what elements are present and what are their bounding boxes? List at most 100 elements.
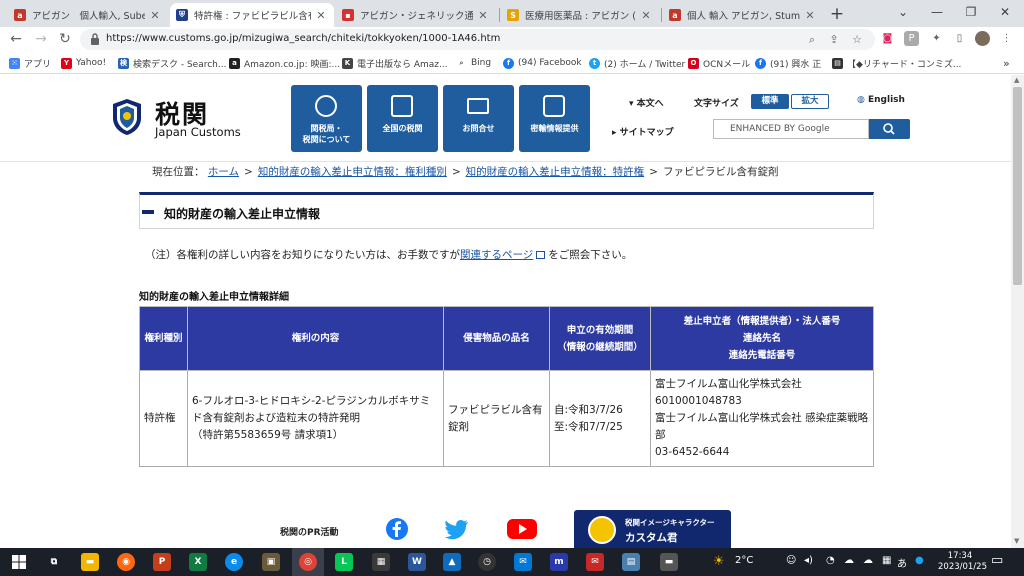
bookmark-ocn-mail[interactable]: O OCNメール (688, 56, 750, 70)
powerpoint-icon[interactable]: P (153, 553, 171, 571)
task-view-icon[interactable]: ⧉ (45, 553, 63, 571)
more-bookmarks-button[interactable]: » (1003, 56, 1010, 70)
bookmark-amazon[interactable]: a Amazon.co.jp: 映画:... (229, 56, 340, 70)
network-icon[interactable]: ☁ (844, 555, 854, 566)
tab-close-icon[interactable]: ✕ (803, 9, 817, 22)
bookmark-bing[interactable]: ⌕ Bing (456, 56, 491, 70)
skip-to-main-link[interactable]: ▾ 本文へ (629, 96, 664, 109)
tab-search-dropdown-icon[interactable]: ⌄ (886, 3, 920, 23)
tab-close-icon[interactable]: ✕ (314, 9, 328, 22)
bookmark-kindle[interactable]: K 電子出版なら Amaz... (342, 56, 448, 70)
forward-button[interactable]: → (32, 30, 50, 48)
cell-item-name: ファビピラビル含有錠剤 (443, 370, 550, 467)
site-search-input[interactable]: ENHANCED BY Google (713, 119, 869, 139)
word-icon[interactable]: W (408, 553, 426, 571)
back-button[interactable]: ← (7, 30, 25, 48)
bookmark-apps[interactable]: ⁙ アプリ (9, 56, 51, 70)
url-text[interactable]: https://www.customs.go.jp/mizugiwa_searc… (106, 33, 500, 44)
site-search-button[interactable] (869, 119, 910, 139)
bookmark-richard[interactable]: ▤ 【◆リチャード・コンミズ... (832, 56, 961, 70)
ime-mode-indicator[interactable]: あ (897, 555, 907, 570)
profile-avatar[interactable] (975, 31, 990, 46)
bookmark-star-icon[interactable]: ☆ (850, 34, 864, 46)
side-panel-icon[interactable]: ▯ (952, 31, 967, 46)
browser-tab[interactable]: a アビガン 個人輸入, Subetene ✕ (8, 3, 168, 27)
page-scrollbar[interactable]: ▲ ▼ (1011, 75, 1024, 548)
mail-app-icon[interactable]: ✉ (514, 553, 532, 571)
browser-tab-active[interactable]: ⛨ 特許権 : ファビピラビル含有錠剤 ✕ (170, 3, 334, 27)
restore-button[interactable]: ❐ (954, 3, 988, 23)
firefox-icon[interactable]: ◉ (117, 553, 135, 571)
english-link[interactable]: ◍ English (857, 95, 905, 105)
browser-menu-icon[interactable]: ⋮ (999, 31, 1014, 46)
font-size-standard-button[interactable]: 標準 (751, 94, 789, 109)
notification-icon[interactable]: ◔ (826, 555, 835, 566)
windows-start-icon[interactable] (10, 553, 28, 571)
tab-close-icon[interactable]: ✕ (639, 9, 653, 22)
extensions-puzzle-icon[interactable]: ✦ (929, 31, 944, 46)
sitemap-link[interactable]: ▸ サイトマップ (612, 125, 674, 138)
scroll-up-icon[interactable]: ▲ (1014, 76, 1019, 84)
site-logo-en[interactable]: Japan Customs (155, 125, 241, 139)
new-tab-button[interactable]: + (826, 5, 848, 25)
file-explorer-icon[interactable]: ▬ (81, 553, 99, 571)
edge-icon[interactable]: e (225, 553, 243, 571)
close-window-button[interactable]: ✕ (988, 3, 1022, 23)
excel-icon[interactable]: X (189, 553, 207, 571)
browser-tab[interactable]: ▪ アビガン・ジェネリック通販｜ファ ✕ (336, 3, 496, 27)
extension-icon[interactable]: P (904, 31, 919, 46)
chrome-icon[interactable]: ◎ (299, 553, 317, 571)
action-center-icon[interactable]: ▭ (991, 553, 1003, 568)
facebook-icon[interactable] (385, 518, 409, 540)
tab-separator (661, 8, 662, 22)
bookmark-yahoo[interactable]: Y Yahoo! (61, 56, 106, 70)
app-icon[interactable]: ✉ (586, 553, 604, 571)
pocket-icon[interactable]: ◙ (880, 31, 895, 46)
weather-temperature[interactable]: 2°C (735, 555, 753, 566)
browser-tab[interactable]: a 個人 輸入 アビガン, StumbleUp ✕ (663, 3, 823, 27)
weather-icon[interactable]: ☀ (713, 554, 725, 569)
browser-tab[interactable]: S 医療用医薬品 : アビガン (アビガ ✕ (501, 3, 659, 27)
volume-icon[interactable]: ◂) (804, 555, 813, 566)
nav-smuggling-report[interactable]: 密輸情報提供 (519, 85, 590, 152)
minimize-button[interactable]: — (920, 3, 954, 23)
calculator-icon[interactable]: ▦ (372, 553, 390, 571)
people-icon[interactable]: ☺ (786, 555, 796, 566)
mascot-banner[interactable]: 税関イメージキャラクター カスタム君 (574, 510, 731, 548)
twitter-icon[interactable] (445, 518, 469, 540)
media-app-icon[interactable]: m (550, 553, 568, 571)
breadcrumb-home-link[interactable]: ホーム (208, 166, 239, 178)
app-icon[interactable]: ▣ (262, 553, 280, 571)
keyboard-icon[interactable]: ▦ (882, 555, 891, 566)
lock-icon[interactable] (90, 32, 100, 46)
taskbar-clock[interactable]: 17:34 2023/01/25 (938, 551, 987, 573)
clock-app-icon[interactable]: ◷ (478, 553, 496, 571)
nav-about-customs[interactable]: 関税局・ 税関について (291, 85, 362, 152)
breadcrumb-patent-link[interactable]: 知的財産の輸入差止申立情報：特許権 (466, 166, 645, 178)
bookmark-twitter[interactable]: t (2) ホーム / Twitter (589, 56, 685, 70)
nav-contact[interactable]: お問合せ (443, 85, 514, 152)
scrollbar-thumb[interactable] (1013, 87, 1022, 285)
line-icon[interactable]: L (335, 553, 353, 571)
nav-customs-offices[interactable]: 全国の税関 (367, 85, 438, 152)
app-icon[interactable]: ▤ (622, 553, 640, 571)
breadcrumb-right-type-link[interactable]: 知的財産の輸入差止申立情報：権利種別 (258, 166, 447, 178)
google-lens-icon[interactable]: ⌕ (805, 34, 819, 46)
scroll-down-icon[interactable]: ▼ (1014, 537, 1019, 545)
reload-button[interactable]: ↻ (56, 30, 74, 48)
address-bar[interactable]: https://www.customs.go.jp/mizugiwa_searc… (80, 29, 875, 50)
share-icon[interactable]: ⇪ (827, 34, 841, 46)
japan-customs-emblem-icon[interactable] (112, 98, 142, 136)
bookmark-search-desk[interactable]: 検検索デスク - Search... (118, 56, 226, 70)
app-icon[interactable]: ▬ (660, 553, 678, 571)
related-page-link[interactable]: 関連するページ (460, 249, 533, 261)
bookmark-facebook-2[interactable]: f (91) 興水 正 (755, 56, 821, 70)
font-size-large-button[interactable]: 拡大 (791, 94, 829, 109)
youtube-icon[interactable] (507, 518, 537, 540)
photos-icon[interactable]: ▲ (443, 553, 461, 571)
onedrive-icon[interactable]: ☁ (863, 555, 873, 566)
app-tray-icon[interactable]: ● (915, 555, 924, 566)
bookmark-facebook[interactable]: f (94) Facebook (503, 56, 582, 70)
tab-close-icon[interactable]: ✕ (476, 9, 490, 22)
tab-close-icon[interactable]: ✕ (148, 9, 162, 22)
